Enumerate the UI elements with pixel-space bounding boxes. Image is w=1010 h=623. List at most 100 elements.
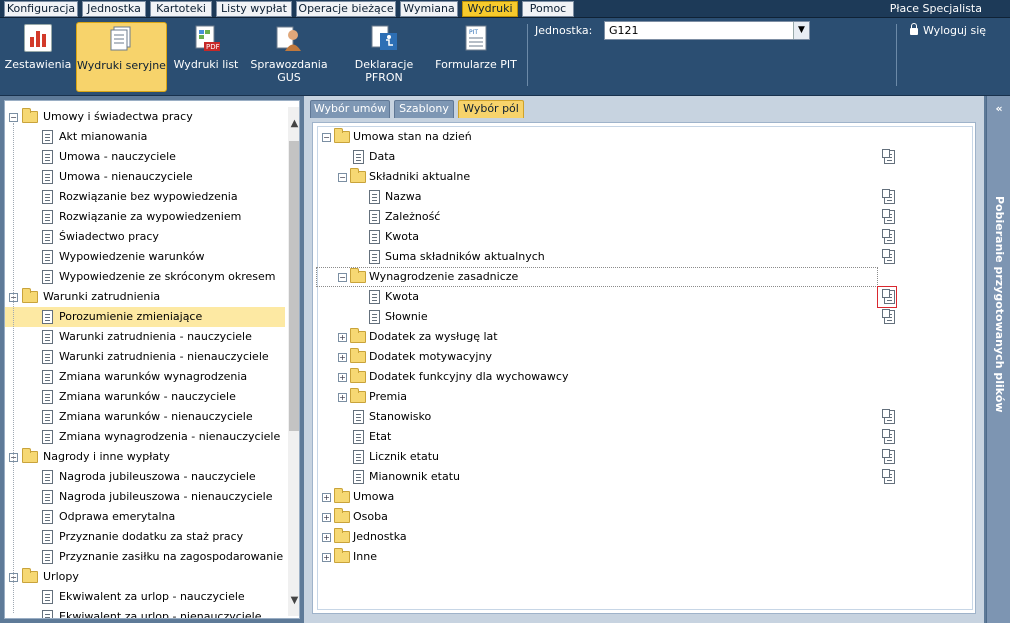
field-folder[interactable]: + Jednostka	[318, 527, 968, 547]
menu-tab-kartoteki[interactable]: Kartoteki	[150, 1, 212, 17]
field-folder[interactable]: + Dodatek funkcyjny dla wychowawcy	[318, 367, 968, 387]
collapse-toggle-icon[interactable]: +	[322, 533, 331, 542]
document-icon	[42, 350, 53, 364]
collapse-toggle-icon[interactable]: −	[322, 133, 331, 142]
field-folder[interactable]: − Umowa stan na dzień	[318, 127, 968, 147]
scrollbar-thumb[interactable]	[289, 141, 299, 431]
tree-item[interactable]: Przyznanie dodatku za staż pracy	[5, 527, 285, 547]
field-item[interactable]: Suma składników aktualnych	[318, 247, 968, 267]
tree-item[interactable]: Ekwiwalent za urlop - nienauczyciele	[5, 607, 285, 618]
field-item-label: Stanowisko	[369, 410, 432, 423]
field-item[interactable]: Etat	[318, 427, 968, 447]
tree-item[interactable]: Umowa - nauczyciele	[5, 147, 285, 167]
tree-item[interactable]: Wypowiedzenie warunków	[5, 247, 285, 267]
field-item[interactable]: Zależność	[318, 207, 968, 227]
files-side-panel[interactable]: « Pobieranie przygotowanych plików	[986, 96, 1010, 623]
collapse-toggle-icon[interactable]: +	[322, 493, 331, 502]
tree-item[interactable]: Rozwiązanie za wypowiedzeniem	[5, 207, 285, 227]
tab-szablony[interactable]: Szablony	[394, 100, 454, 118]
scrollbar[interactable]: ▲ ▼	[288, 107, 299, 616]
field-folder[interactable]: + Dodatek motywacyjny	[318, 347, 968, 367]
insert-field-icon[interactable]	[882, 409, 895, 424]
chevron-down-icon[interactable]: ▼	[793, 22, 809, 39]
menu-tab-operacje-biezace[interactable]: Operacje bieżące	[296, 1, 396, 17]
insert-field-icon[interactable]	[882, 229, 895, 244]
ribbon-deklaracje-pfron-button[interactable]: Deklaracje PFRON	[344, 22, 424, 92]
ribbon-wydruki-list-button[interactable]: PDF Wydruki list	[171, 22, 241, 92]
tab-wybor-pol[interactable]: Wybór pól	[458, 100, 524, 118]
menu-tab-listy-wyplat[interactable]: Listy wypłat	[216, 1, 292, 17]
collapse-toggle-icon[interactable]: +	[322, 553, 331, 562]
field-item[interactable]: Słownie	[318, 307, 968, 327]
collapse-toggle-icon[interactable]: +	[338, 333, 347, 342]
document-icon	[42, 210, 53, 224]
tree-item[interactable]: Świadectwo pracy	[5, 227, 285, 247]
scroll-down-icon[interactable]: ▼	[288, 594, 299, 608]
ribbon-sprawozdania-gus-button[interactable]: Sprawozdania GUS	[250, 22, 328, 92]
tree-folder[interactable]: − Umowy i świadectwa pracy	[5, 107, 285, 127]
insert-field-icon[interactable]	[882, 209, 895, 224]
tree-item[interactable]: Nagroda jubileuszowa - nienauczyciele	[5, 487, 285, 507]
tree-item[interactable]: Wypowiedzenie ze skróconym okresem	[5, 267, 285, 287]
tree-item[interactable]: Ekwiwalent za urlop - nauczyciele	[5, 587, 285, 607]
field-item[interactable]: Licznik etatu	[318, 447, 968, 467]
tree-folder[interactable]: − Nagrody i inne wypłaty	[5, 447, 285, 467]
field-folder[interactable]: − Składniki aktualne	[318, 167, 968, 187]
field-folder[interactable]: + Premia	[318, 387, 968, 407]
collapse-icon[interactable]: «	[992, 102, 1006, 116]
field-folder[interactable]: + Dodatek za wysługę lat	[318, 327, 968, 347]
field-item[interactable]: Data	[318, 147, 968, 167]
tree-item[interactable]: Zmiana warunków - nauczyciele	[5, 387, 285, 407]
tree-item[interactable]: Odprawa emerytalna	[5, 507, 285, 527]
collapse-toggle-icon[interactable]: +	[338, 393, 347, 402]
tree-item[interactable]: Warunki zatrudnienia - nienauczyciele	[5, 347, 285, 367]
field-item-label: Nazwa	[385, 190, 422, 203]
menu-tab-konfiguracja[interactable]: Konfiguracja	[4, 1, 78, 17]
tree-item[interactable]: Nagroda jubileuszowa - nauczyciele	[5, 467, 285, 487]
field-item[interactable]: Kwota	[318, 286, 968, 308]
insert-field-icon[interactable]	[882, 469, 895, 484]
field-item[interactable]: Mianownik etatu	[318, 467, 968, 487]
field-folder[interactable]: + Umowa	[318, 487, 968, 507]
tree-item[interactable]: Zmiana warunków - nienauczyciele	[5, 407, 285, 427]
tree-item[interactable]: Porozumienie zmieniające	[5, 307, 285, 327]
tree-item[interactable]: Rozwiązanie bez wypowiedzenia	[5, 187, 285, 207]
field-folder[interactable]: − Wynagrodzenie zasadnicze	[316, 267, 968, 287]
tree-item[interactable]: Zmiana warunków wynagrodzenia	[5, 367, 285, 387]
tab-wybor-umow[interactable]: Wybór umów	[310, 100, 390, 118]
tree-item[interactable]: Warunki zatrudnienia - nauczyciele	[5, 327, 285, 347]
unit-select[interactable]: G121 ▼	[604, 21, 810, 40]
ribbon-wydruki-seryjne-button[interactable]: Wydruki seryjne	[76, 22, 167, 92]
field-folder[interactable]: + Inne	[318, 547, 968, 567]
collapse-toggle-icon[interactable]: +	[338, 373, 347, 382]
collapse-toggle-icon[interactable]: −	[338, 173, 347, 182]
tree-item[interactable]: Umowa - nienauczyciele	[5, 167, 285, 187]
ribbon-zestawienia-button[interactable]: Zestawienia	[4, 22, 72, 92]
insert-field-icon[interactable]	[882, 189, 895, 204]
menu-tab-wymiana[interactable]: Wymiana	[400, 1, 458, 17]
menu-tab-pomoc[interactable]: Pomoc	[522, 1, 574, 17]
collapse-toggle-icon[interactable]: +	[322, 513, 331, 522]
field-item[interactable]: Stanowisko	[318, 407, 968, 427]
collapse-toggle-icon[interactable]: −	[9, 113, 18, 122]
folder-icon	[350, 168, 366, 183]
tree-item[interactable]: Akt mianowania	[5, 127, 285, 147]
collapse-toggle-icon[interactable]: +	[338, 353, 347, 362]
scroll-up-icon[interactable]: ▲	[288, 117, 299, 131]
tree-folder[interactable]: − Urlopy	[5, 567, 285, 587]
ribbon-formularze-pit-button[interactable]: PIT Formularze PIT	[434, 22, 518, 92]
tree-item[interactable]: Zmiana wynagrodzenia - nienauczyciele	[5, 427, 285, 447]
field-folder[interactable]: + Osoba	[318, 507, 968, 527]
tree-item[interactable]: Przyznanie zasiłku na zagospodarowanie	[5, 547, 285, 567]
insert-field-icon[interactable]	[882, 149, 895, 164]
logout-button[interactable]: Wyloguj się	[910, 23, 986, 37]
insert-field-icon[interactable]	[882, 249, 895, 264]
tree-folder[interactable]: − Warunki zatrudnienia	[5, 287, 285, 307]
field-item[interactable]: Kwota	[318, 227, 968, 247]
insert-field-icon[interactable]	[882, 429, 895, 444]
insert-field-icon[interactable]	[882, 449, 895, 464]
insert-field-icon[interactable]	[882, 309, 895, 324]
field-item[interactable]: Nazwa	[318, 187, 968, 207]
menu-tab-wydruki[interactable]: Wydruki	[462, 1, 518, 17]
menu-tab-jednostka[interactable]: Jednostka	[82, 1, 146, 17]
